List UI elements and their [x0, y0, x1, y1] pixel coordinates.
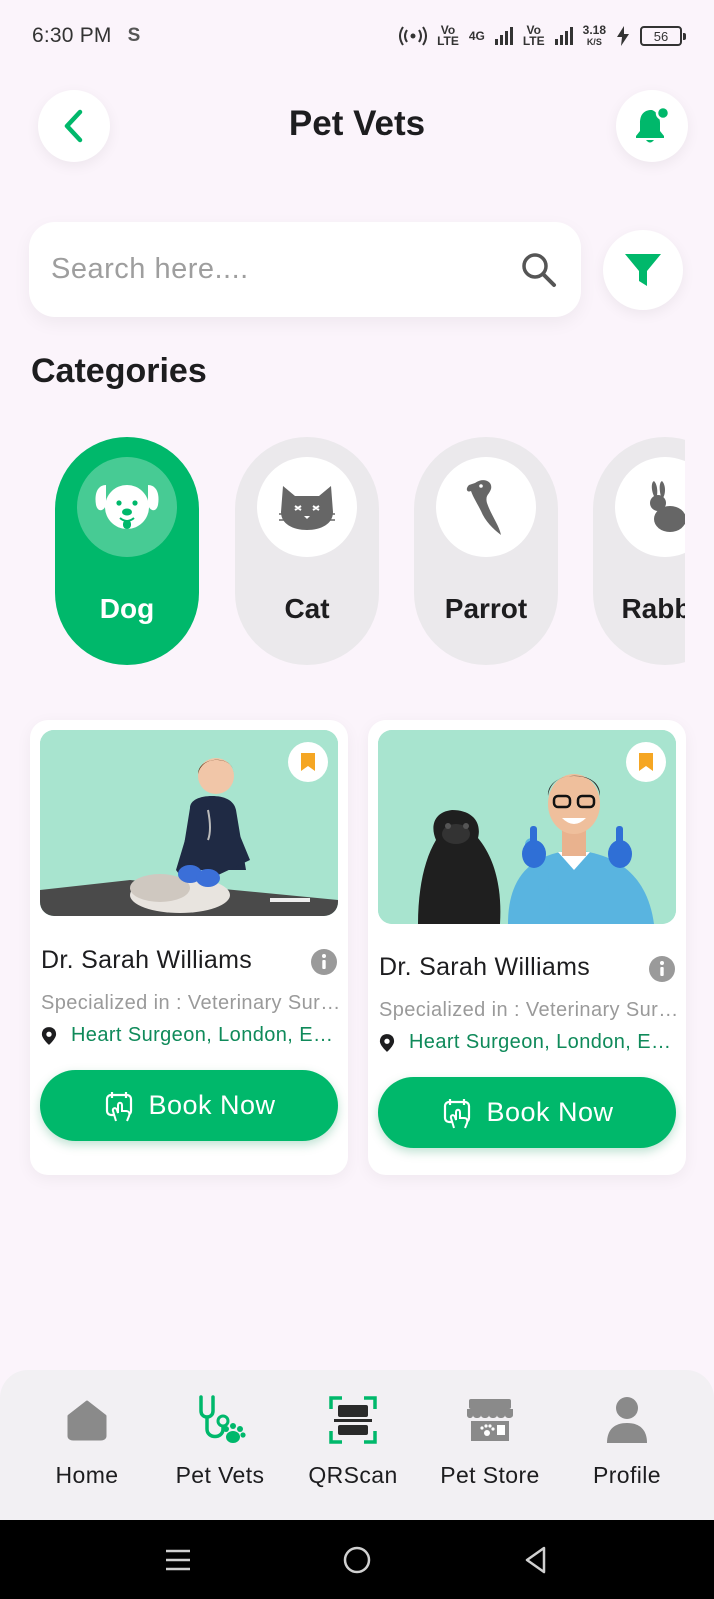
location-pin-icon	[379, 1033, 395, 1052]
notification-button[interactable]	[616, 90, 688, 162]
book-now-label: Book Now	[486, 1097, 614, 1127]
search-bar	[29, 222, 581, 317]
nav-label: Profile	[593, 1462, 661, 1488]
network-type: 4G	[468, 28, 485, 43]
speed-value: 3.18	[582, 22, 606, 37]
status-time: 6:30 PM	[32, 24, 112, 47]
bell-icon	[636, 105, 671, 143]
categories-title: Categories	[31, 352, 207, 390]
back-triangle-icon[interactable]	[516, 1540, 556, 1580]
charging-icon	[617, 26, 629, 46]
category-parrot[interactable]: Parrot	[414, 437, 558, 665]
parrot-icon-circle	[436, 457, 536, 557]
calendar-tap-icon	[444, 1098, 471, 1128]
home-circle-icon[interactable]	[337, 1540, 377, 1580]
page-title: Pet Vets	[288, 104, 426, 143]
vet-specialization: Specialized in : Veterinary Surgeon	[379, 999, 679, 1021]
nav-pet-vets[interactable]: Pet Vets	[155, 1370, 285, 1520]
rabbit-icon-circle	[615, 457, 685, 557]
rabbit-icon	[650, 481, 685, 532]
status-icons: Vo LTE 4G Vo LTE 3.18 K/S 56	[399, 22, 686, 48]
volte-badge-2: Vo LTE	[522, 23, 545, 48]
store-icon	[462, 1392, 518, 1448]
profile-icon	[599, 1392, 655, 1448]
vet-location-text: Heart Surgeon, London, England	[70, 1024, 341, 1046]
category-label: Parrot	[444, 593, 528, 624]
cat-icon-circle	[257, 457, 357, 557]
vet-location-text: Heart Surgeon, London, England	[408, 1031, 679, 1053]
nav-label: Pet Vets	[175, 1462, 265, 1488]
vet-specialization: Specialized in : Veterinary Surgeon	[41, 992, 341, 1014]
search-icon[interactable]	[519, 250, 559, 290]
vet-name: Dr. Sarah Williams	[41, 946, 252, 974]
nav-home[interactable]: Home	[22, 1370, 152, 1520]
location-pin-icon	[41, 1026, 57, 1045]
nav-pet-store[interactable]: Pet Store	[425, 1370, 555, 1520]
nav-label: Home	[55, 1462, 119, 1488]
dog-icon	[95, 485, 159, 529]
nav-qrscan[interactable]: QRScan	[288, 1370, 418, 1520]
filter-button[interactable]	[603, 230, 683, 310]
category-label: Cat	[284, 593, 330, 624]
battery-icon: 56	[640, 26, 686, 46]
bottom-navigation: Home Pet Vets QRScan Pet Store Profile	[0, 1370, 714, 1520]
network-speed: 3.18 K/S	[582, 22, 606, 48]
qr-scan-icon	[325, 1392, 381, 1448]
signal-bars-icon	[494, 27, 513, 45]
vet-card[interactable]: Dr. Sarah Williams Specialized in : Vete…	[368, 720, 686, 1175]
nav-label: Pet Store	[440, 1462, 540, 1488]
filter-icon	[625, 254, 661, 286]
volte-badge-1: Vo LTE	[437, 23, 459, 48]
cat-icon	[279, 486, 335, 530]
categories-list: Dog Cat Parrot Rabb	[55, 437, 685, 667]
vet-photo	[378, 730, 676, 924]
bookmark-icon	[301, 753, 315, 771]
menu-icon[interactable]	[158, 1540, 198, 1580]
vet-card[interactable]: Dr. Sarah Williams Specialized in : Vete…	[30, 720, 348, 1175]
calendar-tap-icon	[106, 1091, 133, 1121]
bookmark-icon	[639, 753, 653, 771]
signal-bars-icon-2	[554, 27, 573, 45]
category-dog[interactable]: Dog	[55, 437, 199, 665]
home-icon	[59, 1392, 115, 1448]
info-icon[interactable]	[648, 955, 676, 983]
book-now-button[interactable]: Book Now	[378, 1077, 676, 1148]
category-cat[interactable]: Cat	[235, 437, 379, 665]
vet-location: Heart Surgeon, London, England	[379, 1031, 679, 1054]
nav-label: QRScan	[308, 1462, 398, 1488]
dog-icon-circle	[77, 457, 177, 557]
hotspot-icon	[399, 26, 428, 46]
category-label: Dog	[99, 593, 155, 624]
category-label: Rabbit	[621, 593, 685, 624]
vet-location: Heart Surgeon, London, England	[41, 1024, 341, 1047]
status-bar: 6:30 PM S Vo LTE 4G Vo LTE 3.18 K/S 56	[0, 0, 714, 72]
book-now-label: Book Now	[148, 1090, 276, 1120]
search-input[interactable]	[51, 253, 519, 286]
nav-profile[interactable]: Profile	[562, 1370, 692, 1520]
bookmark-button[interactable]	[626, 742, 666, 782]
stethoscope-icon	[192, 1392, 248, 1448]
vet-photo	[40, 730, 338, 916]
vet-name: Dr. Sarah Williams	[379, 953, 590, 981]
carrier-icon: S	[127, 25, 141, 46]
info-icon[interactable]	[310, 948, 338, 976]
bookmark-button[interactable]	[288, 742, 328, 782]
category-rabbit[interactable]: Rabbit	[593, 437, 685, 665]
book-now-button[interactable]: Book Now	[40, 1070, 338, 1141]
parrot-icon	[466, 480, 501, 535]
system-navigation-bar	[0, 1520, 714, 1599]
speed-unit: K/S	[586, 36, 602, 47]
app-header: Pet Vets	[0, 90, 714, 164]
